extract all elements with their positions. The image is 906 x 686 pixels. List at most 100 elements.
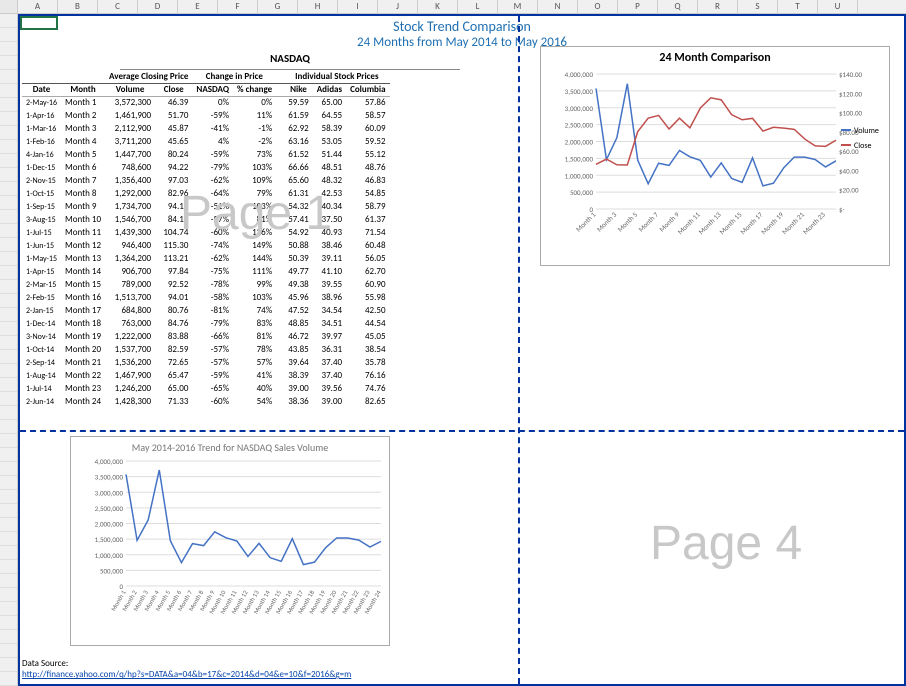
svg-text:1,500,000: 1,500,000 <box>95 535 124 544</box>
table-row: 3-Nov-14Month 191,222,00083.88-66%81%46.… <box>22 330 390 343</box>
svg-text:$100.00: $100.00 <box>839 109 863 118</box>
col-columbia: Columbia <box>346 83 389 96</box>
column-header[interactable]: T <box>778 0 818 13</box>
column-header[interactable]: J <box>378 0 418 13</box>
column-header[interactable]: D <box>138 0 178 13</box>
column-header-row: ABCDEFGHIJKLMNOPQRSTU <box>0 0 906 14</box>
svg-text:$120.00: $120.00 <box>839 89 863 98</box>
svg-text:Month 23: Month 23 <box>801 210 827 236</box>
table-row: 2-May-16Month 13,572,30046.390%0%59.5965… <box>22 96 390 109</box>
chart-nasdaq-volume-trend[interactable]: May 2014-2016 Trend for NASDAQ Sales Vol… <box>70 436 390 646</box>
column-header[interactable]: L <box>458 0 498 13</box>
column-header[interactable]: E <box>178 0 218 13</box>
data-source-label: Data Source: <box>22 658 68 669</box>
svg-text:1,000,000: 1,000,000 <box>565 171 594 180</box>
svg-text:500,000: 500,000 <box>570 188 593 197</box>
table-row: 1-Feb-16Month 43,711,20045.654%-2%63.165… <box>22 135 390 148</box>
svg-text:2,000,000: 2,000,000 <box>95 520 124 529</box>
group-header-change: Change in Price <box>192 70 276 83</box>
table-row: 1-Jul-14Month 231,246,20065.00-65%40%39.… <box>22 382 390 395</box>
chart1-title: 24 Month Comparison <box>541 47 889 69</box>
column-header[interactable]: B <box>58 0 98 13</box>
column-header[interactable] <box>0 0 18 13</box>
chart1-plot: 0500,0001,000,0001,500,0002,000,0002,500… <box>541 69 891 264</box>
table-row: 1-Mar-16Month 32,112,90045.87-41%-1%62.9… <box>22 122 390 135</box>
column-header[interactable]: R <box>698 0 738 13</box>
svg-text:$-: $- <box>839 205 845 214</box>
row-header-col <box>0 14 18 686</box>
table-row: 1-Dec-14Month 18763,00084.76-79%83%48.85… <box>22 317 390 330</box>
table-row: 1-May-15Month 131,364,200113.21-62%144%5… <box>22 252 390 265</box>
col-date: Date <box>22 83 61 96</box>
table-row: 2-Jan-15Month 17684,80080.76-81%74%47.52… <box>22 304 390 317</box>
table-row: 1-Apr-15Month 14906,70097.84-75%111%49.7… <box>22 265 390 278</box>
table-row: 2-Sep-14Month 211,536,20072.65-57%57%39.… <box>22 356 390 369</box>
svg-text:2,000,000: 2,000,000 <box>565 138 594 147</box>
svg-text:Volume: Volume <box>854 126 879 136</box>
column-header[interactable]: Q <box>658 0 698 13</box>
table-row: 1-Oct-15Month 81,292,00082.96-64%79%61.3… <box>22 187 390 200</box>
chart2-plot: 0500,0001,000,0001,500,0002,000,0002,500… <box>71 456 391 646</box>
chart-24-month-comparison[interactable]: 24 Month Comparison 0500,0001,000,0001,5… <box>540 46 890 266</box>
stock-data-table: Average Closing Price Change in Price In… <box>22 70 390 408</box>
table-row: 2-Feb-15Month 161,513,70094.01-58%103%45… <box>22 291 390 304</box>
group-header-individual: Individual Stock Prices <box>284 70 389 83</box>
table-row: 1-Dec-15Month 6748,60094.22-79%103%66.66… <box>22 161 390 174</box>
data-source-block: Data Source: http://finance.yahoo.com/q/… <box>22 658 351 680</box>
page-break-horizontal <box>20 430 904 432</box>
column-header[interactable]: P <box>618 0 658 13</box>
column-header[interactable]: A <box>18 0 58 13</box>
table-row: 1-Oct-14Month 201,537,70082.59-57%78%43.… <box>22 343 390 356</box>
svg-text:3,000,000: 3,000,000 <box>565 104 594 113</box>
svg-text:$40.00: $40.00 <box>839 166 859 175</box>
svg-text:2,500,000: 2,500,000 <box>95 504 124 513</box>
column-header[interactable]: G <box>258 0 298 13</box>
svg-text:4,000,000: 4,000,000 <box>95 457 124 466</box>
svg-text:2,500,000: 2,500,000 <box>565 121 594 130</box>
svg-text:1,000,000: 1,000,000 <box>95 551 124 560</box>
table-row: 3-Aug-15Month 101,546,70084.17-57%81%57.… <box>22 213 390 226</box>
column-header[interactable]: I <box>338 0 378 13</box>
table-row: 1-Jul-15Month 111,439,300104.74-60%126%5… <box>22 226 390 239</box>
page-watermark-4: Page 4 <box>650 516 802 571</box>
svg-text:3,000,000: 3,000,000 <box>95 488 124 497</box>
column-header[interactable]: U <box>818 0 858 13</box>
table-row: 1-Jun-15Month 12946,400115.30-74%149%50.… <box>22 239 390 252</box>
column-header[interactable]: M <box>498 0 538 13</box>
svg-text:Month 1: Month 1 <box>574 210 598 234</box>
svg-text:Close: Close <box>854 141 871 151</box>
svg-text:Month 3: Month 3 <box>595 210 619 234</box>
col-month: Month <box>61 83 105 96</box>
group-header-avg: Average Closing Price <box>105 70 192 83</box>
table-row: 1-Aug-14Month 221,467,90065.47-59%41%38.… <box>22 369 390 382</box>
svg-text:Month 5: Month 5 <box>615 210 639 234</box>
column-header[interactable]: C <box>98 0 138 13</box>
column-header[interactable]: S <box>738 0 778 13</box>
report-title: Stock Trend Comparison <box>20 16 904 35</box>
column-header[interactable]: F <box>218 0 258 13</box>
col-nike: Nike <box>284 83 313 96</box>
col-nasdaq: NASDAQ <box>192 83 233 96</box>
svg-text:Month 7: Month 7 <box>636 210 660 234</box>
page-break-vertical <box>518 16 520 684</box>
col-volume: Volume <box>105 83 155 96</box>
table-row: 1-Apr-16Month 21,461,90051.70-59%11%61.5… <box>22 109 390 122</box>
column-header[interactable]: N <box>538 0 578 13</box>
svg-text:3,500,000: 3,500,000 <box>95 473 124 482</box>
column-header[interactable]: H <box>298 0 338 13</box>
table-row: 2-Jun-14Month 241,428,30071.33-60%54%38.… <box>22 395 390 408</box>
column-header[interactable]: O <box>578 0 618 13</box>
svg-text:3,500,000: 3,500,000 <box>565 87 594 96</box>
svg-text:$20.00: $20.00 <box>839 186 859 195</box>
table-row: 4-Jan-16Month 51,447,70080.24-59%73%61.5… <box>22 148 390 161</box>
worksheet-area[interactable]: Stock Trend Comparison 24 Months from Ma… <box>18 14 906 686</box>
data-source-link[interactable]: http://finance.yahoo.com/q/hp?s=DATA&a=0… <box>22 669 351 680</box>
column-header[interactable]: K <box>418 0 458 13</box>
svg-text:500,000: 500,000 <box>100 566 123 575</box>
col-close: Close <box>155 83 192 96</box>
table-row: 2-Mar-15Month 15789,00092.52-78%99%49.38… <box>22 278 390 291</box>
svg-text:4,000,000: 4,000,000 <box>565 70 594 79</box>
svg-text:1,500,000: 1,500,000 <box>565 154 594 163</box>
nasdaq-section-label: NASDAQ <box>120 50 460 70</box>
table-row: 1-Sep-15Month 91,734,70094.19-51%103%54.… <box>22 200 390 213</box>
